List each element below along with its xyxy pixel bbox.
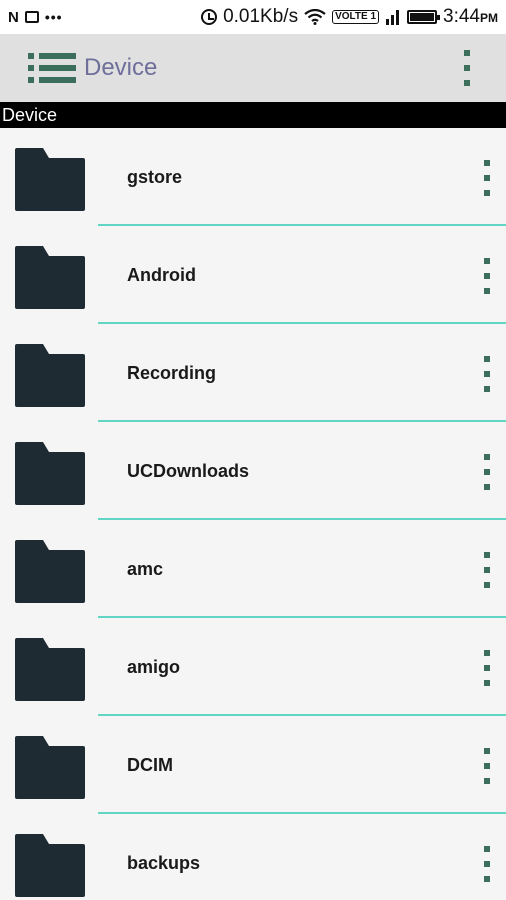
folder-icon	[15, 540, 85, 603]
folder-icon	[15, 834, 85, 897]
folder-name: amc	[127, 558, 164, 579]
list-item[interactable]: UCDownloads	[0, 422, 506, 520]
folder-name: UCDownloads	[127, 460, 250, 481]
list-item[interactable]: amigo	[0, 618, 506, 716]
list-item[interactable]: Android	[0, 226, 506, 324]
toolbar-title: Device	[84, 54, 158, 81]
folder-name: gstore	[127, 166, 183, 187]
notification-icons: N •••	[8, 9, 63, 26]
list-item[interactable]: backups	[0, 814, 506, 900]
list-item[interactable]: gstore	[0, 128, 506, 226]
item-overflow-icon[interactable]	[484, 160, 492, 196]
wifi-icon	[304, 9, 326, 25]
folder-name: amigo	[127, 656, 181, 677]
folder-name: backups	[127, 852, 201, 873]
folder-icon	[15, 736, 85, 799]
folder-icon	[15, 344, 85, 407]
signal-icon	[386, 10, 400, 25]
list-item[interactable]: Recording	[0, 324, 506, 422]
folder-icon	[15, 148, 85, 211]
folder-list: gstore Android Recording UCDownloads amc amig…	[0, 128, 506, 900]
notification-box-icon	[24, 11, 39, 23]
folder-icon	[15, 442, 85, 505]
alarm-icon	[201, 9, 218, 25]
status-icons: 0.01Kb/s VOLTE 1 3:44PM	[201, 6, 498, 28]
item-overflow-icon[interactable]	[484, 552, 492, 588]
item-overflow-icon[interactable]	[484, 356, 492, 392]
item-overflow-icon[interactable]	[484, 846, 492, 882]
clock-time: 3:44PM	[443, 6, 498, 27]
battery-icon	[407, 10, 441, 24]
folder-name: Recording	[127, 362, 217, 383]
more-notifications-icon: •••	[44, 9, 63, 25]
folder-icon	[15, 638, 85, 701]
app-toolbar: Device	[0, 34, 506, 102]
network-speed: 0.01Kb/s	[223, 6, 299, 27]
item-overflow-icon[interactable]	[484, 650, 492, 686]
item-overflow-icon[interactable]	[484, 454, 492, 490]
list-item[interactable]: DCIM	[0, 716, 506, 814]
folder-name: Android	[127, 264, 196, 285]
volte-badge: VOLTE 1	[332, 10, 380, 24]
item-overflow-icon[interactable]	[484, 748, 492, 784]
path-bar: Device	[0, 102, 506, 128]
overflow-menu-icon[interactable]	[464, 50, 472, 86]
item-overflow-icon[interactable]	[484, 258, 492, 294]
folder-icon	[15, 246, 85, 309]
menu-icon[interactable]	[28, 53, 76, 83]
n-icon: N	[8, 8, 19, 26]
list-item[interactable]: amc	[0, 520, 506, 618]
folder-name: DCIM	[127, 754, 173, 775]
status-bar: N ••• 0.01Kb/s VOLTE 1 3:44PM	[0, 0, 506, 34]
